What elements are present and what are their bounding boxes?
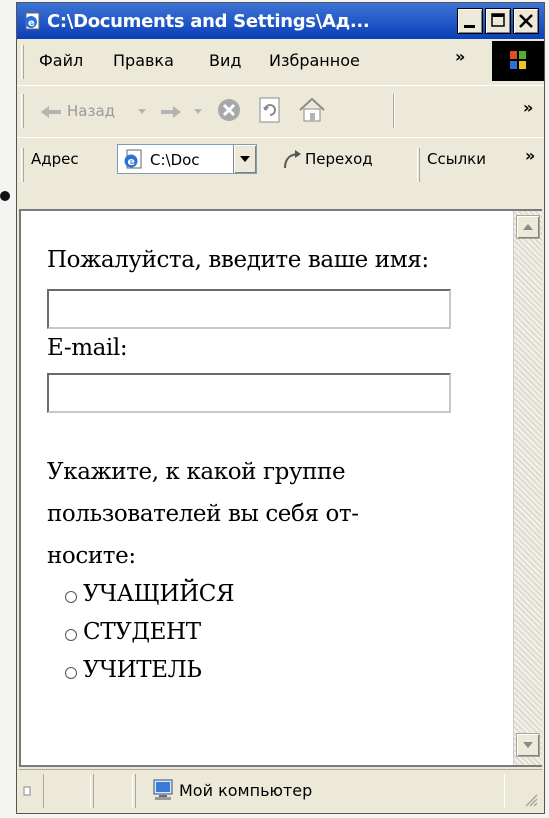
group-question-line-1: Укажите, к какой группе: [47, 459, 346, 485]
refresh-icon[interactable]: [257, 96, 283, 124]
go-button[interactable]: Переход: [305, 150, 373, 168]
status-pane-2: [93, 774, 133, 808]
window-title: C:\Documents and Settings\Ад...: [47, 11, 370, 32]
address-input[interactable]: e C:\Doc: [117, 144, 257, 174]
scroll-down-button[interactable]: [516, 733, 540, 757]
minimize-button[interactable]: [457, 8, 483, 34]
slide-bullet: [0, 191, 10, 201]
scroll-up-button[interactable]: [516, 215, 540, 239]
menu-favorites[interactable]: Избранное: [269, 51, 360, 70]
radio-pupil-label[interactable]: УЧАЩИЙСЯ: [83, 581, 235, 607]
close-button[interactable]: [513, 8, 539, 34]
svg-text:e: e: [28, 18, 35, 29]
address-grip[interactable]: [21, 148, 24, 182]
menu-grip[interactable]: [21, 45, 24, 79]
address-dropdown-button[interactable]: [233, 145, 256, 173]
menu-edit[interactable]: Правка: [113, 51, 174, 70]
back-dropdown-icon[interactable]: [137, 108, 147, 116]
vertical-scrollbar[interactable]: [513, 211, 542, 765]
status-bar: Мой компьютер: [19, 769, 542, 811]
forward-dropdown-icon[interactable]: [193, 108, 203, 116]
title-bar[interactable]: e C:\Documents and Settings\Ад...: [17, 3, 544, 39]
toolbar-separator: [393, 94, 395, 128]
stop-icon[interactable]: [215, 96, 243, 124]
home-icon[interactable]: [297, 96, 327, 124]
menu-overflow-chevron[interactable]: »: [455, 47, 465, 66]
email-input[interactable]: [47, 373, 451, 413]
status-pane-progress: [43, 774, 91, 808]
status-zone-text: Мой компьютер: [179, 781, 313, 800]
back-label[interactable]: Назад: [67, 102, 115, 120]
group-question-line-3: носите:: [47, 543, 136, 569]
back-arrow-icon[interactable]: [39, 104, 63, 120]
svg-text:e: e: [128, 155, 135, 168]
radio-pupil[interactable]: [65, 591, 77, 603]
maximize-icon: [491, 13, 505, 27]
go-arrow-icon[interactable]: [281, 148, 305, 172]
windows-flag-icon: [510, 51, 526, 69]
forward-arrow-icon[interactable]: [159, 104, 183, 120]
close-icon: [519, 14, 533, 28]
name-label: Пожалуйста, введите ваше имя:: [47, 247, 429, 273]
chevron-down-icon: [523, 742, 533, 748]
radio-teacher[interactable]: [65, 667, 77, 679]
resize-grip-icon[interactable]: [524, 793, 538, 807]
maximize-button[interactable]: [485, 8, 511, 34]
windows-logo: [492, 41, 544, 81]
links-overflow-chevron[interactable]: »: [525, 146, 535, 165]
radio-student-label[interactable]: СТУДЕНТ: [83, 619, 201, 645]
links-button[interactable]: Ссылки: [427, 150, 486, 168]
my-computer-icon: [153, 779, 173, 800]
radio-student[interactable]: [65, 629, 77, 641]
address-bar: Адрес e C:\Doc Переход Ссылки »: [17, 137, 544, 201]
menu-file[interactable]: Файл: [39, 51, 83, 70]
address-label: Адрес: [31, 150, 79, 168]
email-label: E-mail:: [47, 335, 128, 361]
menu-view[interactable]: Вид: [209, 51, 241, 70]
toolbar-grip[interactable]: [21, 94, 24, 128]
toolbar-overflow-chevron[interactable]: »: [523, 98, 533, 117]
page-content: Пожалуйста, введите ваше имя: E-mail: Ук…: [19, 209, 542, 767]
standard-toolbar: Назад »: [17, 85, 544, 137]
status-page-icon: [23, 786, 31, 796]
menu-bar: Файл Правка Вид Избранное »: [17, 39, 544, 85]
name-input[interactable]: [47, 289, 451, 329]
browser-window: e C:\Documents and Settings\Ад... Файл П…: [16, 2, 545, 814]
radio-teacher-label[interactable]: УЧИТЕЛЬ: [83, 657, 202, 683]
chevron-down-icon: [240, 156, 250, 162]
address-value: C:\Doc: [150, 151, 200, 169]
group-question-line-2: пользователей вы себя от-: [47, 501, 359, 527]
minimize-icon: [464, 25, 475, 28]
links-grip[interactable]: [417, 148, 420, 182]
chevron-up-icon: [523, 224, 533, 230]
ie-page-icon: e: [124, 149, 142, 169]
ie-page-icon: e: [25, 12, 40, 30]
